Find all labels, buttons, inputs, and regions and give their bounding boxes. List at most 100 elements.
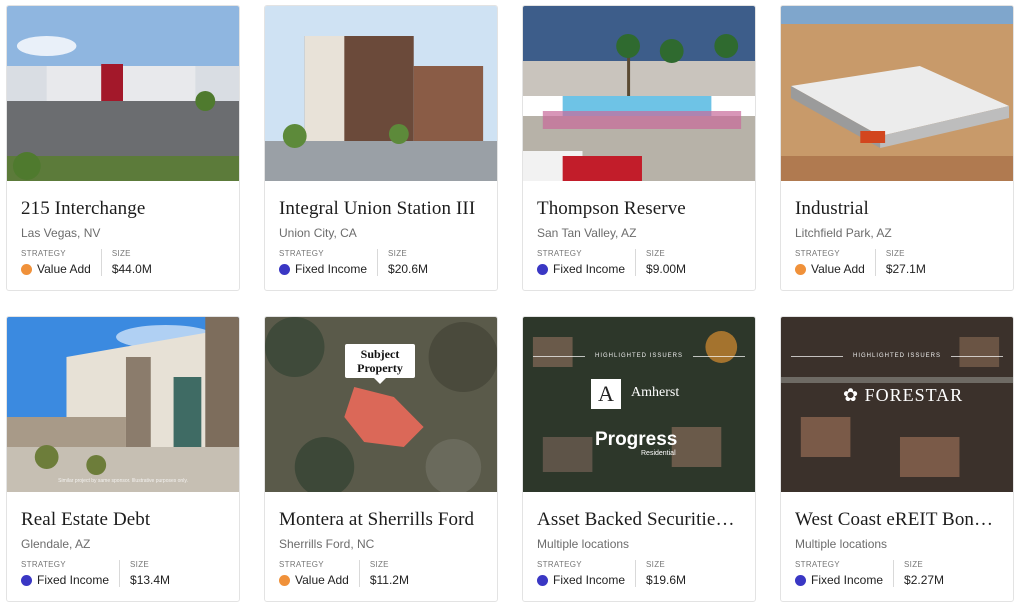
offering-card[interactable]: Thompson Reserve San Tan Valley, AZ STRA…: [522, 5, 756, 291]
property-image: [523, 6, 755, 181]
strategy-column: STRATEGY Fixed Income: [279, 249, 379, 276]
size-value: $2.27M: [904, 573, 945, 587]
strategy-label: STRATEGY: [795, 560, 840, 569]
strategy-label: STRATEGY: [537, 249, 582, 258]
issuer-name: Progress: [595, 429, 678, 450]
strategy-column: STRATEGY Fixed Income: [537, 560, 637, 587]
offering-location: San Tan Valley, AZ: [537, 226, 637, 240]
property-image: [265, 6, 497, 181]
issuer-subname: Residential: [641, 450, 676, 457]
offering-location: Las Vegas, NV: [21, 226, 101, 240]
offering-location: Glendale, AZ: [21, 537, 91, 551]
offering-card[interactable]: 215 Interchange Las Vegas, NV STRATEGY V…: [6, 5, 240, 291]
offering-card[interactable]: HIGHLIGHTED ISSUERS A Amherst Progress R…: [522, 316, 756, 602]
property-image: HIGHLIGHTED ISSUERS ✿ FORESTAR: [781, 317, 1013, 492]
size-column: SIZE $19.6M: [636, 560, 686, 587]
strategy-label: STRATEGY: [795, 249, 840, 258]
offering-title: Real Estate Debt: [21, 509, 151, 530]
strategy-dot-icon: [279, 263, 290, 275]
size-label: SIZE: [111, 249, 131, 258]
size-value: $9.00M: [646, 262, 687, 276]
offering-card[interactable]: Subject Property Montera at Sherrills Fo…: [264, 316, 498, 602]
offering-location: Sherrills Ford, NC: [279, 537, 375, 551]
property-image: [781, 6, 1013, 181]
property-image: Subject Property: [265, 317, 497, 492]
strategy-column: STRATEGY Value Add: [21, 249, 102, 276]
highlighted-issuers-label: HIGHLIGHTED ISSUERS: [523, 353, 755, 359]
size-label: SIZE: [904, 560, 924, 569]
property-image: HIGHLIGHTED ISSUERS A Amherst Progress R…: [523, 317, 755, 492]
size-label: SIZE: [646, 249, 666, 258]
size-column: SIZE $20.6M: [378, 249, 428, 276]
strategy-dot-icon: [795, 263, 806, 275]
size-column: SIZE $13.4M: [120, 560, 170, 587]
offering-card[interactable]: Similar project by same sponsor. Illustr…: [6, 316, 240, 602]
size-label: SIZE: [388, 249, 408, 258]
offering-title: Integral Union Station III: [279, 198, 476, 219]
strategy-value: Fixed Income: [553, 262, 626, 276]
forestar-logo: ✿ FORESTAR: [843, 385, 963, 406]
strategy-dot-icon: [537, 574, 548, 586]
offering-title: Montera at Sherrills Ford: [279, 509, 475, 530]
strategy-column: STRATEGY Fixed Income: [795, 560, 895, 587]
offering-location: Multiple locations: [537, 537, 630, 551]
size-label: SIZE: [369, 560, 389, 569]
offering-location: Litchfield Park, AZ: [795, 226, 892, 240]
strategy-label: STRATEGY: [21, 249, 66, 258]
strategy-value: Fixed Income: [295, 262, 368, 276]
offering-card[interactable]: Industrial Litchfield Park, AZ STRATEGY …: [780, 5, 1014, 291]
offering-title: Industrial: [795, 198, 869, 219]
strategy-value: Value Add: [811, 262, 865, 276]
strategy-label: STRATEGY: [537, 560, 582, 569]
offering-card[interactable]: Integral Union Station III Union City, C…: [264, 5, 498, 291]
strategy-value: Fixed Income: [553, 573, 626, 587]
issuer-name: Amherst: [631, 385, 680, 400]
size-label: SIZE: [885, 249, 905, 258]
strategy-column: STRATEGY Value Add: [795, 249, 876, 276]
strategy-dot-icon: [21, 574, 32, 586]
size-value: $11.2M: [369, 573, 409, 587]
size-column: SIZE $27.1M: [876, 249, 926, 276]
size-value: $44.0M: [111, 262, 152, 276]
forestar-star-icon: ✿: [843, 385, 860, 405]
subject-property-callout: Subject Property: [345, 344, 415, 384]
size-value: $27.1M: [885, 262, 926, 276]
offering-title: West Coast eREIT Bond ...: [795, 509, 999, 530]
amherst-logo-icon: A: [591, 379, 621, 409]
strategy-dot-icon: [21, 263, 32, 275]
strategy-column: STRATEGY Value Add: [279, 560, 360, 587]
strategy-label: STRATEGY: [279, 560, 324, 569]
offering-card[interactable]: HIGHLIGHTED ISSUERS ✿ FORESTAR West Coas…: [780, 316, 1014, 602]
size-column: SIZE $9.00M: [636, 249, 686, 276]
size-value: $13.4M: [130, 573, 171, 587]
offering-title: Thompson Reserve: [537, 198, 686, 219]
size-value: $19.6M: [646, 573, 687, 587]
offering-location: Union City, CA: [279, 226, 357, 240]
offering-title: Asset Backed Securities ...: [537, 509, 741, 530]
strategy-label: STRATEGY: [279, 249, 324, 258]
property-image: Similar project by same sponsor. Illustr…: [7, 317, 239, 492]
size-label: SIZE: [130, 560, 150, 569]
strategy-value: Value Add: [37, 262, 91, 276]
offering-title: 215 Interchange: [21, 198, 146, 219]
strategy-dot-icon: [795, 574, 806, 586]
image-disclaimer: Similar project by same sponsor. Illustr…: [58, 478, 188, 484]
size-label: SIZE: [646, 560, 666, 569]
strategy-value: Value Add: [295, 573, 349, 587]
strategy-column: STRATEGY Fixed Income: [21, 560, 121, 587]
offering-location: Multiple locations: [795, 537, 888, 551]
property-image: [7, 6, 239, 181]
highlighted-issuers-label: HIGHLIGHTED ISSUERS: [781, 353, 1013, 359]
issuer-name: FORESTAR: [864, 385, 964, 405]
size-column: SIZE $2.27M: [894, 560, 944, 587]
strategy-dot-icon: [279, 574, 290, 586]
size-column: SIZE $11.2M: [360, 560, 409, 587]
strategy-label: STRATEGY: [21, 560, 66, 569]
size-column: SIZE $44.0M: [102, 249, 152, 276]
size-value: $20.6M: [388, 262, 429, 276]
strategy-dot-icon: [537, 263, 548, 275]
strategy-column: STRATEGY Fixed Income: [537, 249, 637, 276]
offerings-grid: 215 Interchange Las Vegas, NV STRATEGY V…: [0, 0, 1024, 615]
strategy-value: Fixed Income: [811, 573, 884, 587]
strategy-value: Fixed Income: [37, 573, 110, 587]
